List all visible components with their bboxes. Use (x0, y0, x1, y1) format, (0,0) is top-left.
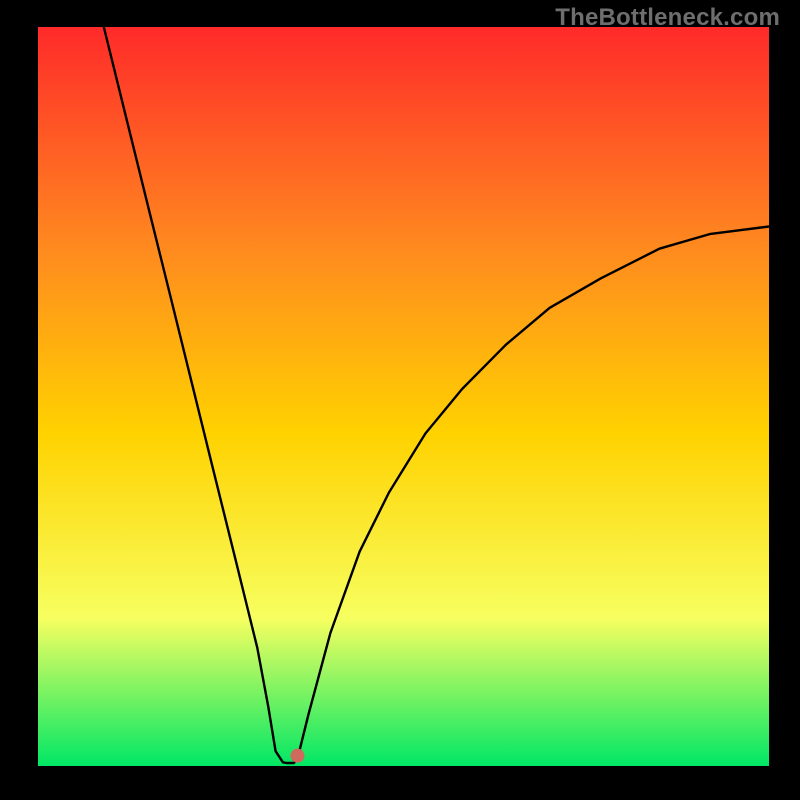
chart-frame: TheBottleneck.com (0, 0, 800, 800)
plot-background (38, 27, 769, 766)
bottleneck-chart (0, 0, 800, 800)
optimum-marker (291, 749, 305, 763)
watermark-text: TheBottleneck.com (555, 4, 780, 32)
